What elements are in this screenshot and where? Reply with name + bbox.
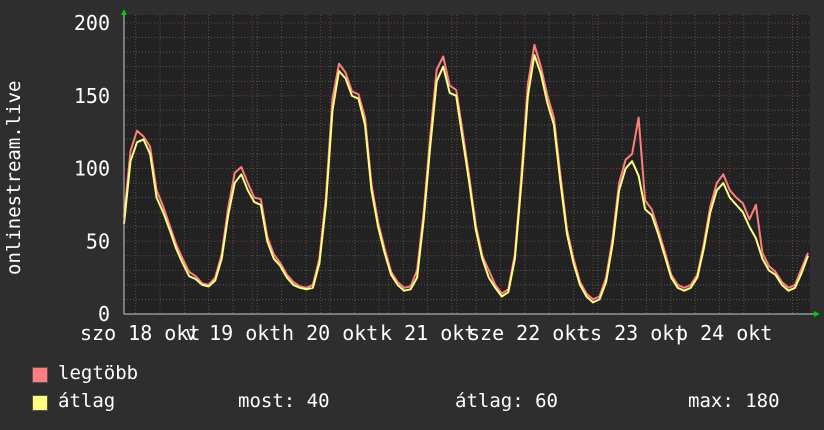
y-tick-label: 200 [74,11,110,35]
y-tick-label: 100 [74,157,110,181]
x-axis-arrow-icon [814,311,820,317]
stat-average: átlag: 60 [455,390,558,412]
stat-now: most: 40 [238,390,330,412]
y-axis-arrow-icon [121,9,127,15]
x-tick-label: szo 18 okt [80,321,200,345]
x-tick-label: cs 23 okt [578,321,686,345]
legend-swatch-max [32,367,48,383]
x-tick-label: h 20 okt [282,321,378,345]
legend-label-max: legtöbb [58,362,139,384]
y-tick-label: 50 [86,229,110,253]
x-tick-label: sze 22 okt [468,321,588,345]
x-tick-label: p 24 okt [676,321,772,345]
y-axis-label: onlinestream.live [3,81,25,275]
legend-swatch-avg [32,395,48,411]
legend-label-avg: átlag [58,390,116,412]
stat-max: max: 180 [688,390,780,412]
x-tick-label: k 21 okt [380,321,476,345]
x-tick-label: v 19 okt [185,321,281,345]
graph: 0 50 100 150 200 szo 18 okt v 19 okt h 20 okt k … [0,0,824,430]
y-tick-label: 150 [74,84,110,108]
